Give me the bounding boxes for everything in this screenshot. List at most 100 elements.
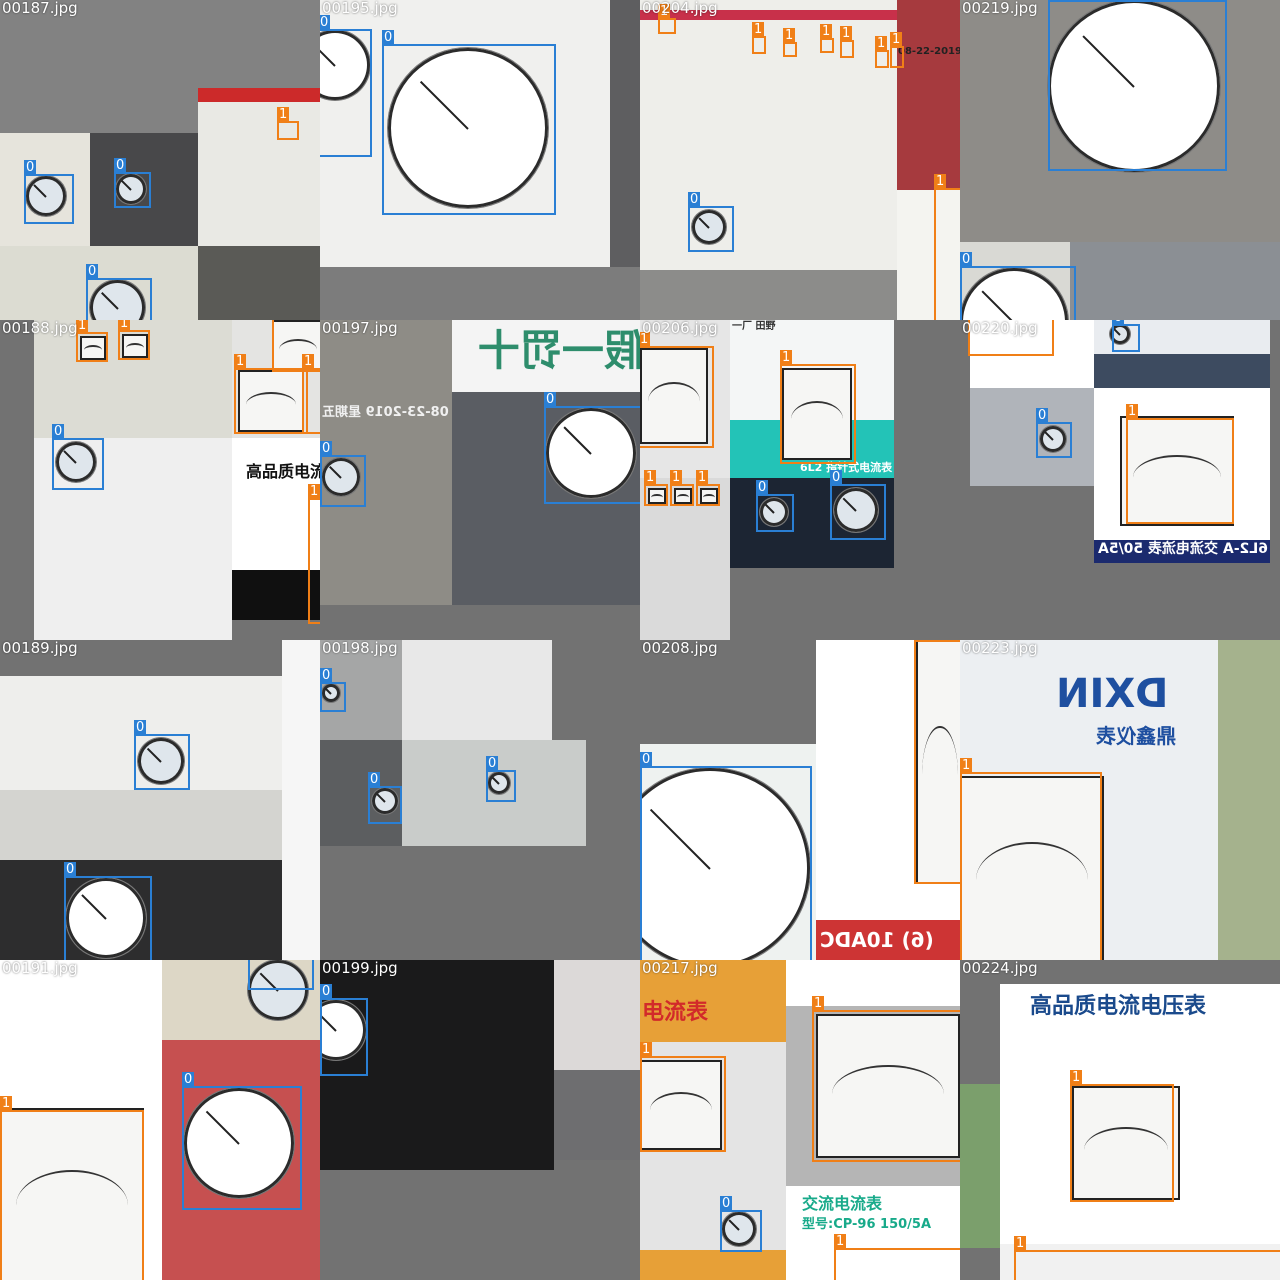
- mosaic-tile: 1 0 0 0 00187.jpg: [0, 0, 320, 320]
- scene-region: [0, 790, 282, 860]
- scene-caption: 假一罚十: [478, 326, 640, 375]
- scene-region: [320, 960, 554, 1170]
- pressure-gauge-icon: [184, 1088, 294, 1198]
- tile-filename: 00220.jpg: [962, 320, 1038, 337]
- scene-region: [402, 640, 552, 740]
- tile-filename: 00223.jpg: [962, 640, 1038, 657]
- mosaic-tile: DXIN 鼎鑫仪表 1 00223.jpg: [960, 640, 1280, 960]
- pressure-gauge-icon: [56, 442, 96, 482]
- tile-filename: 00191.jpg: [2, 960, 78, 977]
- tile-filename: 00189.jpg: [2, 640, 78, 657]
- scene-caption: 08-23-2019 星期五: [322, 405, 449, 420]
- scene-caption: 高品质电流电压表: [1030, 994, 1207, 1019]
- tile-filename: 00187.jpg: [2, 0, 78, 17]
- pressure-gauge-icon: [834, 488, 878, 532]
- pressure-gauge-icon: [26, 176, 66, 216]
- mosaic-tile: 0000219.jpg: [960, 0, 1280, 320]
- tile-filename: 00217.jpg: [642, 960, 718, 977]
- panel-meter-icon: [916, 640, 960, 884]
- mosaic-tile: 6L2 指针式电流表 一厂 田野 1 1 1 1 1 0 0 00206.jpg: [640, 320, 960, 640]
- pressure-gauge-icon: [116, 174, 146, 204]
- panel-meter-icon: [272, 320, 320, 372]
- scene-region: [198, 88, 320, 102]
- scene-caption: DXIN: [1056, 671, 1169, 717]
- panel-meter-icon: [700, 488, 718, 504]
- panel-meter-icon: [640, 1060, 722, 1150]
- scene-region: [198, 246, 320, 320]
- tile-filename: 00219.jpg: [962, 0, 1038, 17]
- panel-meter-icon: [674, 488, 692, 504]
- scene-caption: 电流表: [642, 1000, 709, 1025]
- mosaic-tile: 0 0 00189.jpg: [0, 640, 320, 960]
- pressure-gauge-icon: [388, 48, 548, 208]
- scene-caption: 鼎鑫仪表: [1096, 724, 1176, 748]
- scene-region: [198, 88, 320, 246]
- mosaic-tile: 6L2-A 交流电流表 50/5A100100220.jpg: [960, 320, 1280, 640]
- pressure-gauge-icon: [1110, 324, 1130, 344]
- mosaic-tile: (6) 10ADC0100208.jpg: [640, 640, 960, 960]
- panel-meter-icon: [648, 488, 666, 504]
- mosaic-tile: 假一罚十 08-23-2019 星期五 0 0 00197.jpg: [320, 320, 640, 640]
- pressure-gauge-icon: [488, 772, 510, 794]
- pressure-gauge-icon: [1040, 426, 1066, 452]
- tile-filename: 00208.jpg: [642, 640, 718, 657]
- pressure-gauge-icon: [372, 788, 398, 814]
- mosaic-tile: 高品质电流电压表 1 1 00224.jpg: [960, 960, 1280, 1280]
- scene-region: [1218, 640, 1280, 960]
- panel-meter-icon: [0, 1108, 144, 1280]
- scene-region: [970, 388, 1094, 486]
- scene-region: [1070, 242, 1280, 320]
- mosaic-grid: 1 0 0 0 00187.jpg 0 0 00195.jpg 08-22-2019 1 1 1 1 1 1…: [0, 0, 1280, 1280]
- pressure-gauge-icon: [692, 210, 726, 244]
- panel-meter-icon: [960, 776, 1104, 960]
- mosaic-tile: 0 0 00195.jpg: [320, 0, 640, 320]
- tile-filename: 00198.jpg: [322, 640, 398, 657]
- panel-meter-icon: [80, 336, 106, 360]
- scene-region: [282, 640, 320, 960]
- panel-meter-icon: [238, 370, 304, 432]
- mosaic-tile: 电流表 交流电流表 型号:CP-96 150/5A 1 1 0 1 00217.jpg: [640, 960, 960, 1280]
- mosaic-tile: 00100191.jpg: [0, 960, 320, 1280]
- panel-meter-icon: [122, 334, 148, 358]
- scene-region: [320, 267, 640, 320]
- pressure-gauge-icon: [66, 878, 146, 958]
- pressure-gauge-icon: [722, 1212, 756, 1246]
- pressure-gauge-icon: [760, 498, 788, 526]
- pressure-gauge-icon: [1048, 0, 1220, 172]
- mosaic-tile: 0 0 0 00198.jpg: [320, 640, 640, 960]
- scene-caption: 6L2 指针式电流表: [800, 461, 893, 474]
- tile-filename: 00199.jpg: [322, 960, 398, 977]
- tile-filename: 00204.jpg: [642, 0, 718, 17]
- scene-region: [640, 0, 897, 270]
- pressure-gauge-icon: [322, 458, 360, 496]
- scene-caption: 6L2-A 交流电流表 50/5A: [1098, 541, 1268, 557]
- tile-filename: 00224.jpg: [962, 960, 1038, 977]
- scene-region: [610, 0, 640, 267]
- scene-region: [960, 1084, 1000, 1248]
- scene-region: [554, 1070, 640, 1160]
- scene-region: [232, 570, 320, 620]
- panel-meter-icon: [816, 1014, 960, 1158]
- panel-meter-icon: [1072, 1086, 1180, 1200]
- scene-region: [640, 270, 897, 320]
- scene-caption: 08-22-2019: [898, 46, 960, 57]
- tile-filename: 00195.jpg: [322, 0, 398, 17]
- mosaic-tile: 08-22-2019 1 1 1 1 1 1 1 0 1 00204.jpg: [640, 0, 960, 320]
- scene-region: [554, 960, 640, 1070]
- scene-caption: 交流电流表: [802, 1194, 883, 1213]
- tile-filename: 00197.jpg: [322, 320, 398, 337]
- scene-caption: 型号:CP-96 150/5A: [802, 1217, 932, 1232]
- scene-region: [897, 190, 960, 320]
- panel-meter-icon: [1120, 416, 1234, 526]
- mosaic-tile: 高品质电流111110100188.jpg: [0, 320, 320, 640]
- scene-caption: 高品质电流: [246, 462, 320, 481]
- tile-filename: 00188.jpg: [2, 320, 78, 337]
- scene-caption: (6) 10ADC: [820, 928, 934, 952]
- scene-caption: 一厂 田野: [732, 321, 776, 332]
- panel-meter-icon: [782, 368, 852, 460]
- scene-region: [897, 0, 960, 190]
- pressure-gauge-icon: [322, 684, 340, 702]
- pressure-gauge-icon: [248, 960, 308, 1020]
- scene-region: [1000, 1244, 1280, 1280]
- tile-filename: 00206.jpg: [642, 320, 718, 337]
